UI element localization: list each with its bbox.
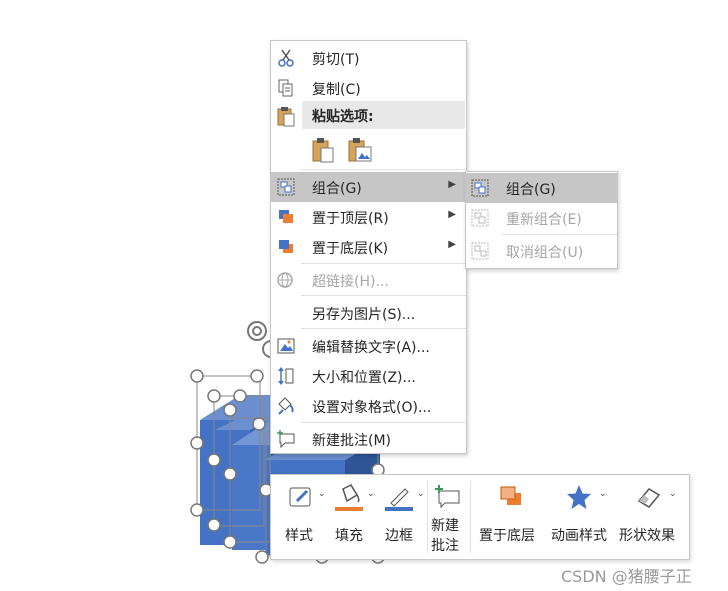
animation-styles-button[interactable]: ⌄ 动画样式 (547, 475, 615, 559)
submenu-item-label: 重新组合(E) (506, 212, 582, 228)
group-submenu: 组合(G) 重新组合(E) 取消组合(U) (465, 171, 618, 269)
copy-icon (278, 79, 293, 97)
star-icon (567, 485, 591, 509)
watermark: CSDN @猪腰子正 (561, 567, 692, 586)
submenu-arrow-icon: ▶ (448, 179, 456, 190)
new-comment-label-2: 批注 (431, 538, 459, 554)
menu-item-label: 编辑替换文字(A)... (312, 340, 430, 356)
style-button[interactable]: ⌄ 样式 (277, 475, 331, 559)
send-to-back-label: 置于底层 (479, 528, 535, 544)
menu-item-label: 大小和位置(Z)... (312, 370, 416, 386)
format-paint-icon (278, 397, 294, 415)
mini-toolbar: ⌄ 样式 ⌄ 填充 ⌄ 边框 新建 批注 置于底层 ⌄ 动画样式 ⌄ 形状效果 (270, 474, 690, 560)
send-to-back-button[interactable]: 置于底层 (475, 475, 547, 559)
eraser-effects-icon (637, 488, 661, 508)
fill-label: 填充 (335, 528, 363, 544)
regroup-icon (471, 209, 489, 227)
shape-effects-label: 形状效果 (619, 528, 675, 544)
new-comment-button[interactable]: 新建 批注 (429, 475, 469, 559)
new-comment-icon (277, 430, 295, 449)
context-menu: 剪切(T) 复制(C) 粘贴选项: 组合(G) ▶ 置于顶层(R) ▶ 置于底层… (270, 40, 467, 454)
menu-item-label: 另存为图片(S)... (312, 307, 416, 323)
paste-options-header: 粘贴选项: (302, 101, 465, 129)
hyperlink-icon (277, 272, 293, 288)
menu-item-label: 超链接(H)... (312, 274, 389, 290)
paste-as-picture-icon[interactable] (347, 137, 373, 163)
new-comment-label-1: 新建 (431, 518, 459, 534)
menu-item-size-position[interactable]: 大小和位置(Z)... (271, 361, 466, 391)
menu-item-label: 设置对象格式(O)... (312, 400, 432, 416)
shape-effects-button[interactable]: ⌄ 形状效果 (615, 475, 687, 559)
chevron-down-icon: ⌄ (318, 489, 326, 499)
group-icon (277, 178, 295, 196)
menu-item-copy[interactable]: 复制(C) (271, 73, 466, 103)
paste-options-label: 粘贴选项: (312, 109, 374, 125)
pen-outline-icon (385, 488, 413, 511)
menu-item-cut[interactable]: 剪切(T) (271, 43, 466, 73)
chevron-down-icon: ⌄ (669, 489, 677, 499)
size-position-icon (278, 367, 294, 385)
menu-item-label: 置于底层(K) (312, 241, 389, 257)
send-to-back-icon (500, 486, 521, 505)
outline-button[interactable]: ⌄ 边框 (381, 475, 431, 559)
menu-item-label: 组合(G) (312, 181, 362, 197)
menu-item-bring-to-front[interactable]: 置于顶层(R) ▶ (271, 202, 466, 232)
menu-item-label: 剪切(T) (312, 52, 360, 68)
submenu-item-ungroup[interactable]: 取消组合(U) (466, 236, 617, 266)
chevron-down-icon: ⌄ (417, 489, 425, 499)
bring-to-front-icon (279, 210, 293, 223)
alt-text-icon (277, 338, 295, 354)
fill-button[interactable]: ⌄ 填充 (331, 475, 381, 559)
submenu-arrow-icon: ▶ (448, 239, 456, 250)
animation-styles-label: 动画样式 (551, 528, 607, 544)
chevron-down-icon: ⌄ (599, 489, 607, 499)
ungroup-icon (471, 242, 489, 260)
menu-item-save-as-picture[interactable]: 另存为图片(S)... (271, 298, 466, 328)
menu-item-label: 新建批注(M) (312, 433, 392, 449)
paste-keep-source-icon[interactable] (311, 137, 335, 163)
new-comment-icon (435, 485, 460, 509)
send-to-back-icon (279, 240, 293, 253)
menu-item-send-to-back[interactable]: 置于底层(K) ▶ (271, 232, 466, 262)
menu-item-new-comment[interactable]: 新建批注(M) (271, 424, 466, 454)
menu-item-hyperlink[interactable]: 超链接(H)... (271, 265, 466, 295)
menu-item-label: 复制(C) (312, 82, 361, 98)
menu-item-format-object[interactable]: 设置对象格式(O)... (271, 391, 466, 421)
menu-item-group[interactable]: 组合(G) ▶ (271, 172, 466, 202)
outline-label: 边框 (385, 528, 413, 544)
shape-style-icon (289, 487, 311, 507)
submenu-item-group[interactable]: 组合(G) (466, 173, 617, 203)
chevron-down-icon: ⌄ (367, 489, 375, 499)
menu-item-label: 置于顶层(R) (312, 211, 389, 227)
submenu-arrow-icon: ▶ (448, 209, 456, 220)
scissors-icon (278, 49, 294, 67)
clipboard-icon (277, 107, 295, 127)
submenu-item-label: 取消组合(U) (506, 245, 584, 261)
submenu-item-label: 组合(G) (506, 182, 556, 198)
menu-item-edit-alt-text[interactable]: 编辑替换文字(A)... (271, 331, 466, 361)
group-icon (471, 179, 489, 197)
paint-bucket-icon (335, 484, 363, 511)
style-label: 样式 (285, 528, 313, 544)
submenu-item-regroup[interactable]: 重新组合(E) (466, 203, 617, 233)
